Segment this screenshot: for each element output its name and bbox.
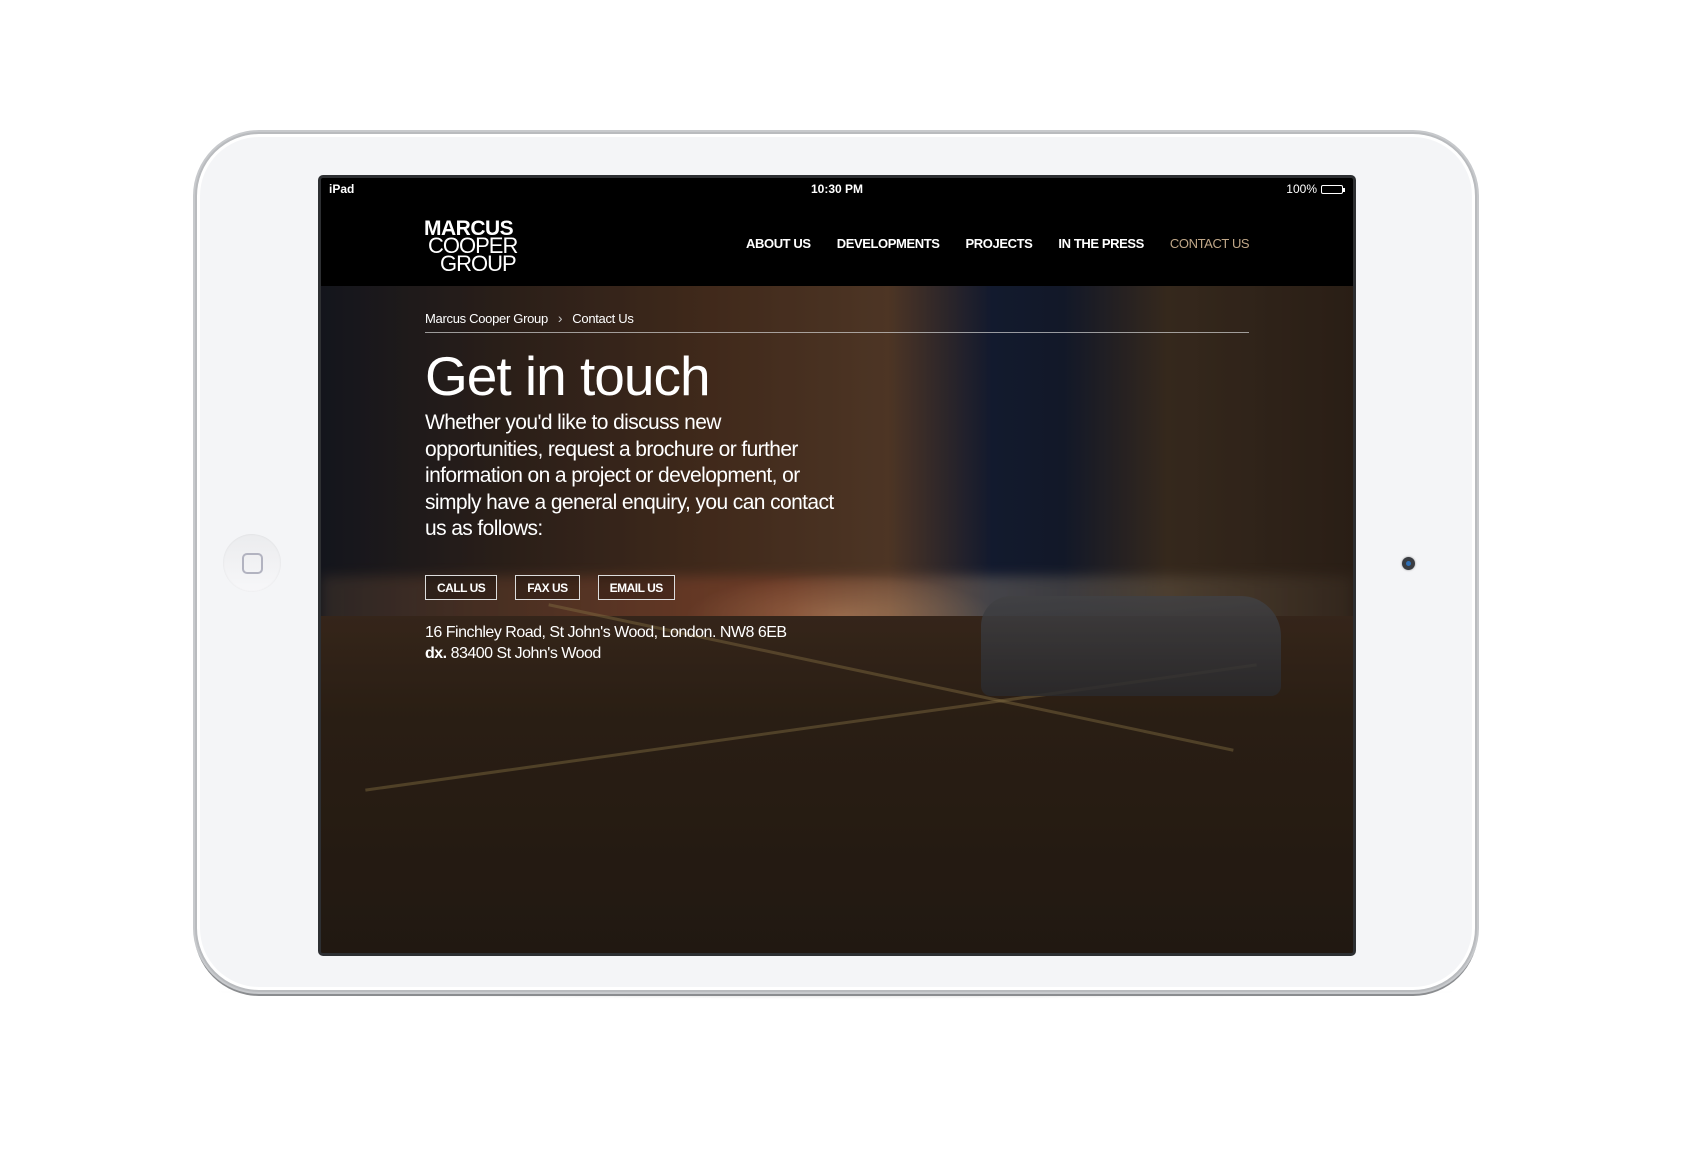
- dx-address: dx. 83400 St John's Wood: [425, 643, 787, 664]
- call-us-button[interactable]: CALL US: [425, 575, 498, 600]
- battery-percent: 100%: [1286, 182, 1317, 196]
- dx-value: 83400 St John's Wood: [450, 645, 602, 662]
- main-nav: ABOUT US DEVELOPMENTS PROJECTS IN THE PR…: [746, 236, 1275, 251]
- fax-us-button[interactable]: FAX US: [515, 575, 580, 600]
- dx-label: dx.: [425, 645, 447, 662]
- breadcrumb-divider: [425, 332, 1249, 333]
- camera-lens: [1406, 561, 1411, 566]
- nav-developments[interactable]: DEVELOPMENTS: [837, 236, 940, 251]
- breadcrumb: Marcus Cooper Group › Contact Us: [425, 310, 634, 326]
- site-header: MARCUS COOPER GROUP ABOUT US DEVELOPMENT…: [321, 198, 1353, 286]
- nav-projects[interactable]: PROJECTS: [966, 236, 1033, 251]
- nav-about-us[interactable]: ABOUT US: [746, 236, 811, 251]
- nav-in-the-press[interactable]: IN THE PRESS: [1058, 236, 1144, 251]
- address-block: 16 Finchley Road, St John's Wood, London…: [425, 622, 787, 664]
- home-square-icon: [242, 553, 263, 574]
- email-us-button[interactable]: EMAIL US: [597, 575, 675, 600]
- status-bar: iPad 10:30 PM 100%: [321, 178, 1353, 198]
- breadcrumb-current: Contact Us: [572, 310, 634, 326]
- street-address: 16 Finchley Road, St John's Wood, London…: [425, 624, 787, 641]
- breadcrumb-home[interactable]: Marcus Cooper Group: [425, 311, 548, 326]
- home-button[interactable]: [223, 534, 281, 592]
- ipad-screen: iPad 10:30 PM 100% MARCUS COOPER GROUP A…: [318, 175, 1356, 956]
- nav-contact-us[interactable]: CONTACT US: [1170, 236, 1250, 251]
- chevron-right-icon: ›: [557, 310, 563, 326]
- camera-icon: [1402, 557, 1415, 570]
- intro-text: Whether you'd like to discuss new opport…: [425, 411, 834, 540]
- battery-status: 100%: [1286, 182, 1345, 196]
- battery-icon: [1321, 184, 1345, 194]
- status-time: 10:30 PM: [810, 182, 864, 196]
- page-title: Get in touch: [425, 345, 711, 407]
- contact-buttons: CALL US FAX US EMAIL US: [425, 575, 675, 600]
- site-logo[interactable]: MARCUS COOPER GROUP: [424, 218, 518, 275]
